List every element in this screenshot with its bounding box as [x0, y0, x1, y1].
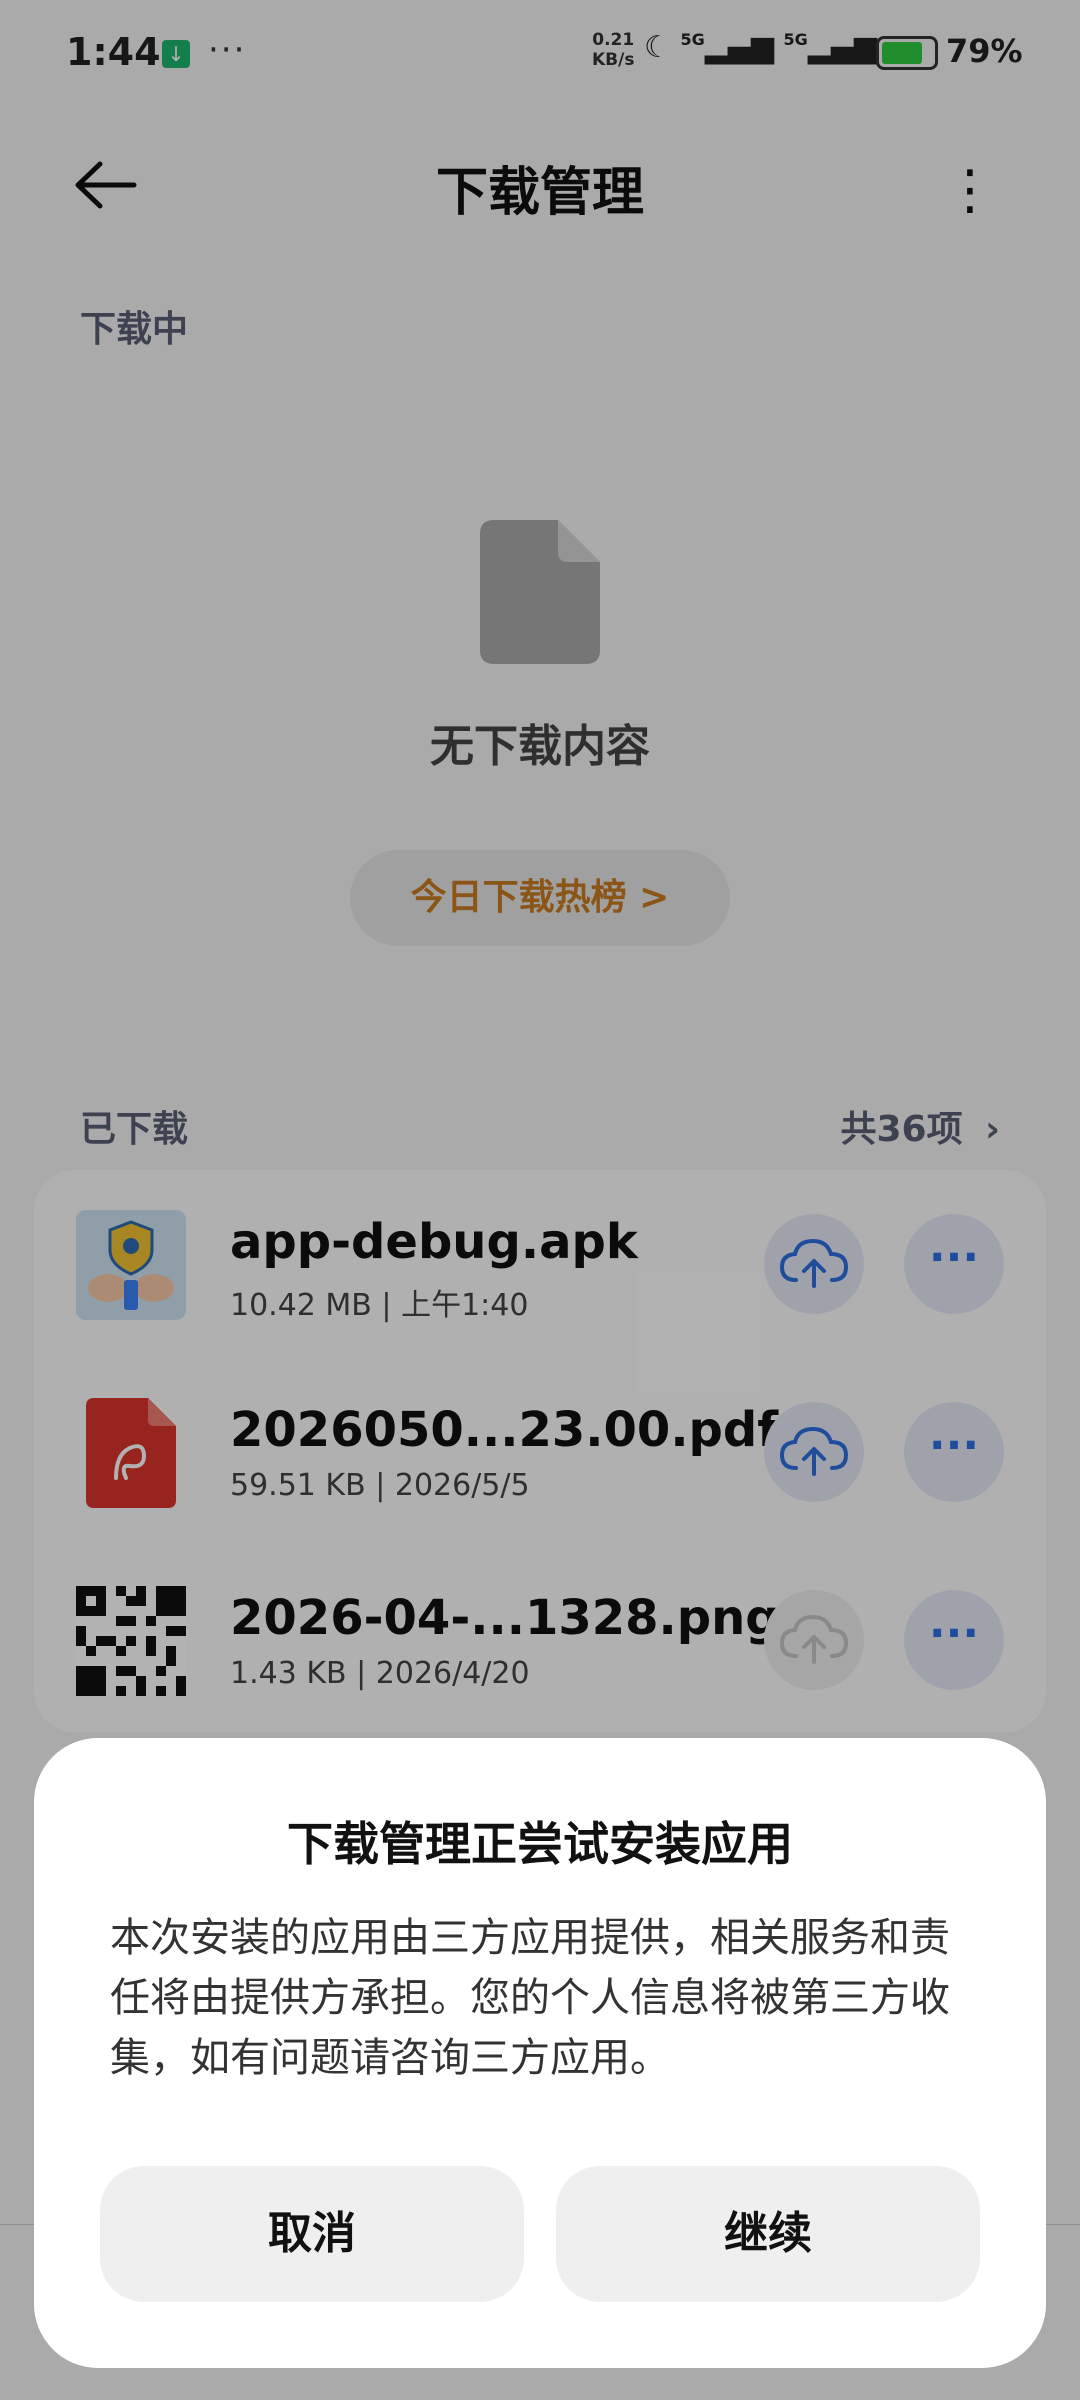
install-confirm-dialog: 下载管理正尝试安装应用 本次安装的应用由三方应用提供，相关服务和责任将由提供方承…: [34, 1738, 1046, 2368]
cancel-button[interactable]: 取消: [100, 2166, 524, 2302]
continue-button[interactable]: 继续: [556, 2166, 980, 2302]
dialog-message: 本次安装的应用由三方应用提供，相关服务和责任将由提供方承担。您的个人信息将被第三…: [110, 1915, 950, 2081]
dialog-title: 下载管理正尝试安装应用: [287, 1817, 793, 1871]
